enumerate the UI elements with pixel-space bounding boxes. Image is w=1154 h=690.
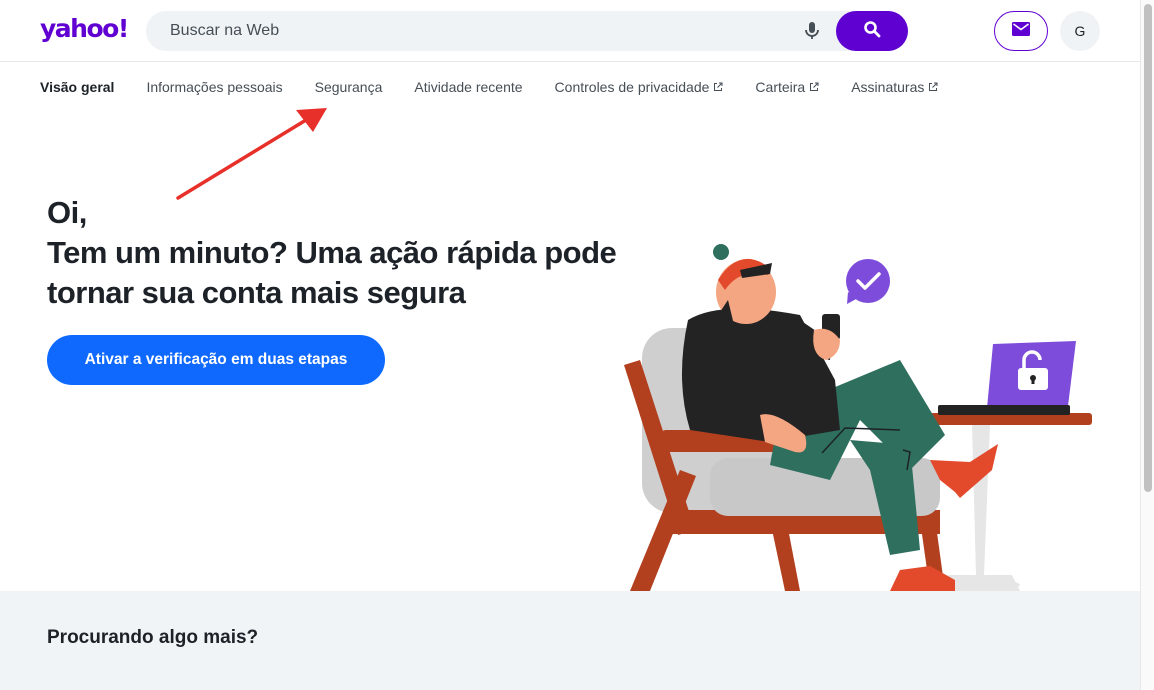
security-illustration <box>624 244 1092 591</box>
search-button[interactable] <box>836 11 908 51</box>
enable-two-step-button[interactable]: Ativar a verificação em duas etapas <box>47 335 385 385</box>
tab-label: Segurança <box>314 79 383 95</box>
tab-label: Carteira <box>755 79 806 95</box>
tab-overview[interactable]: Visão geral <box>40 76 114 98</box>
tab-subscriptions[interactable]: Assinaturas <box>851 76 938 98</box>
search-icon <box>863 20 881 43</box>
scrollbar-thumb[interactable] <box>1144 4 1152 492</box>
mail-icon <box>1012 21 1030 41</box>
external-link-icon <box>810 82 819 91</box>
hero-message: Tem um minuto? Uma ação rápida pode torn… <box>47 235 617 310</box>
mail-button[interactable] <box>994 11 1048 51</box>
external-link-icon <box>714 82 723 91</box>
account-nav: Visão geral Informações pessoais Seguran… <box>40 76 938 98</box>
tab-security[interactable]: Segurança <box>315 76 383 98</box>
tab-label: Informações pessoais <box>146 79 283 95</box>
microphone-icon[interactable] <box>802 19 822 43</box>
tab-label: Assinaturas <box>851 79 925 95</box>
yahoo-logo[interactable]: yahoo! <box>40 14 129 43</box>
tab-recent-activity[interactable]: Atividade recente <box>414 76 522 98</box>
account-avatar[interactable]: G <box>1060 11 1100 51</box>
check-badge-icon <box>846 259 890 304</box>
more-section-title: Procurando algo mais? <box>47 627 259 648</box>
search-input[interactable] <box>170 11 790 51</box>
page-scrollbar[interactable] <box>1140 0 1154 690</box>
tab-personal-info[interactable]: Informações pessoais <box>146 76 282 98</box>
external-link-icon <box>929 82 938 91</box>
search-bar <box>146 11 908 51</box>
tab-label: Atividade recente <box>414 79 523 95</box>
top-header: yahoo! G <box>0 0 1140 62</box>
hero-greeting: Oi, <box>47 195 87 230</box>
tab-wallet[interactable]: Carteira <box>755 76 819 98</box>
tab-label: Controles de privacidade <box>554 79 710 95</box>
tab-label: Visão geral <box>40 79 115 95</box>
more-section: Procurando algo mais? <box>0 591 1140 690</box>
tab-privacy-controls[interactable]: Controles de privacidade <box>555 76 724 98</box>
